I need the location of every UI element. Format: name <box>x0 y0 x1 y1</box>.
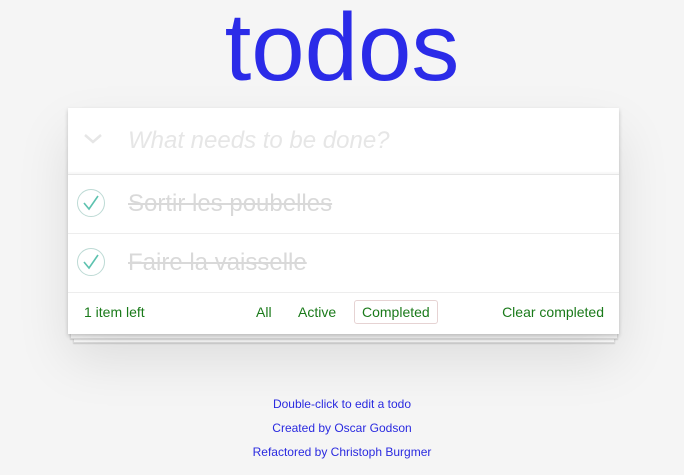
clear-completed-button[interactable]: Clear completed <box>502 304 604 320</box>
todo-item[interactable]: Sortir les poubelles <box>68 175 619 234</box>
filter-completed[interactable]: Completed <box>354 300 438 324</box>
todo-label: Sortir les poubelles <box>128 190 333 217</box>
info-created-by: Created by Oscar Godson <box>272 421 412 435</box>
items-left-count: 1 item left <box>84 304 145 320</box>
checkmark-icon <box>83 195 99 211</box>
todo-label: Faire la vaisselle <box>128 249 307 276</box>
filter-all[interactable]: All <box>248 300 280 324</box>
todo-checkbox[interactable] <box>77 248 105 276</box>
todo-checkbox[interactable] <box>77 189 105 217</box>
todo-footer: 1 item left All Active Completed Clear c… <box>68 292 619 334</box>
info-refactored-by: Refactored by Christoph Burgmer <box>252 445 432 459</box>
new-todo-input[interactable] <box>128 122 608 160</box>
app-title: todos <box>224 0 460 101</box>
checkmark-icon <box>83 254 99 270</box>
todo-app: Sortir les poubelles Faire la vaisselle … <box>68 108 619 334</box>
filter-active[interactable]: Active <box>290 300 344 324</box>
todo-header <box>68 108 619 175</box>
chevron-down-icon[interactable] <box>82 128 104 150</box>
todo-item[interactable]: Faire la vaisselle <box>68 234 619 293</box>
info-edit-hint: Double-click to edit a todo <box>272 397 412 411</box>
